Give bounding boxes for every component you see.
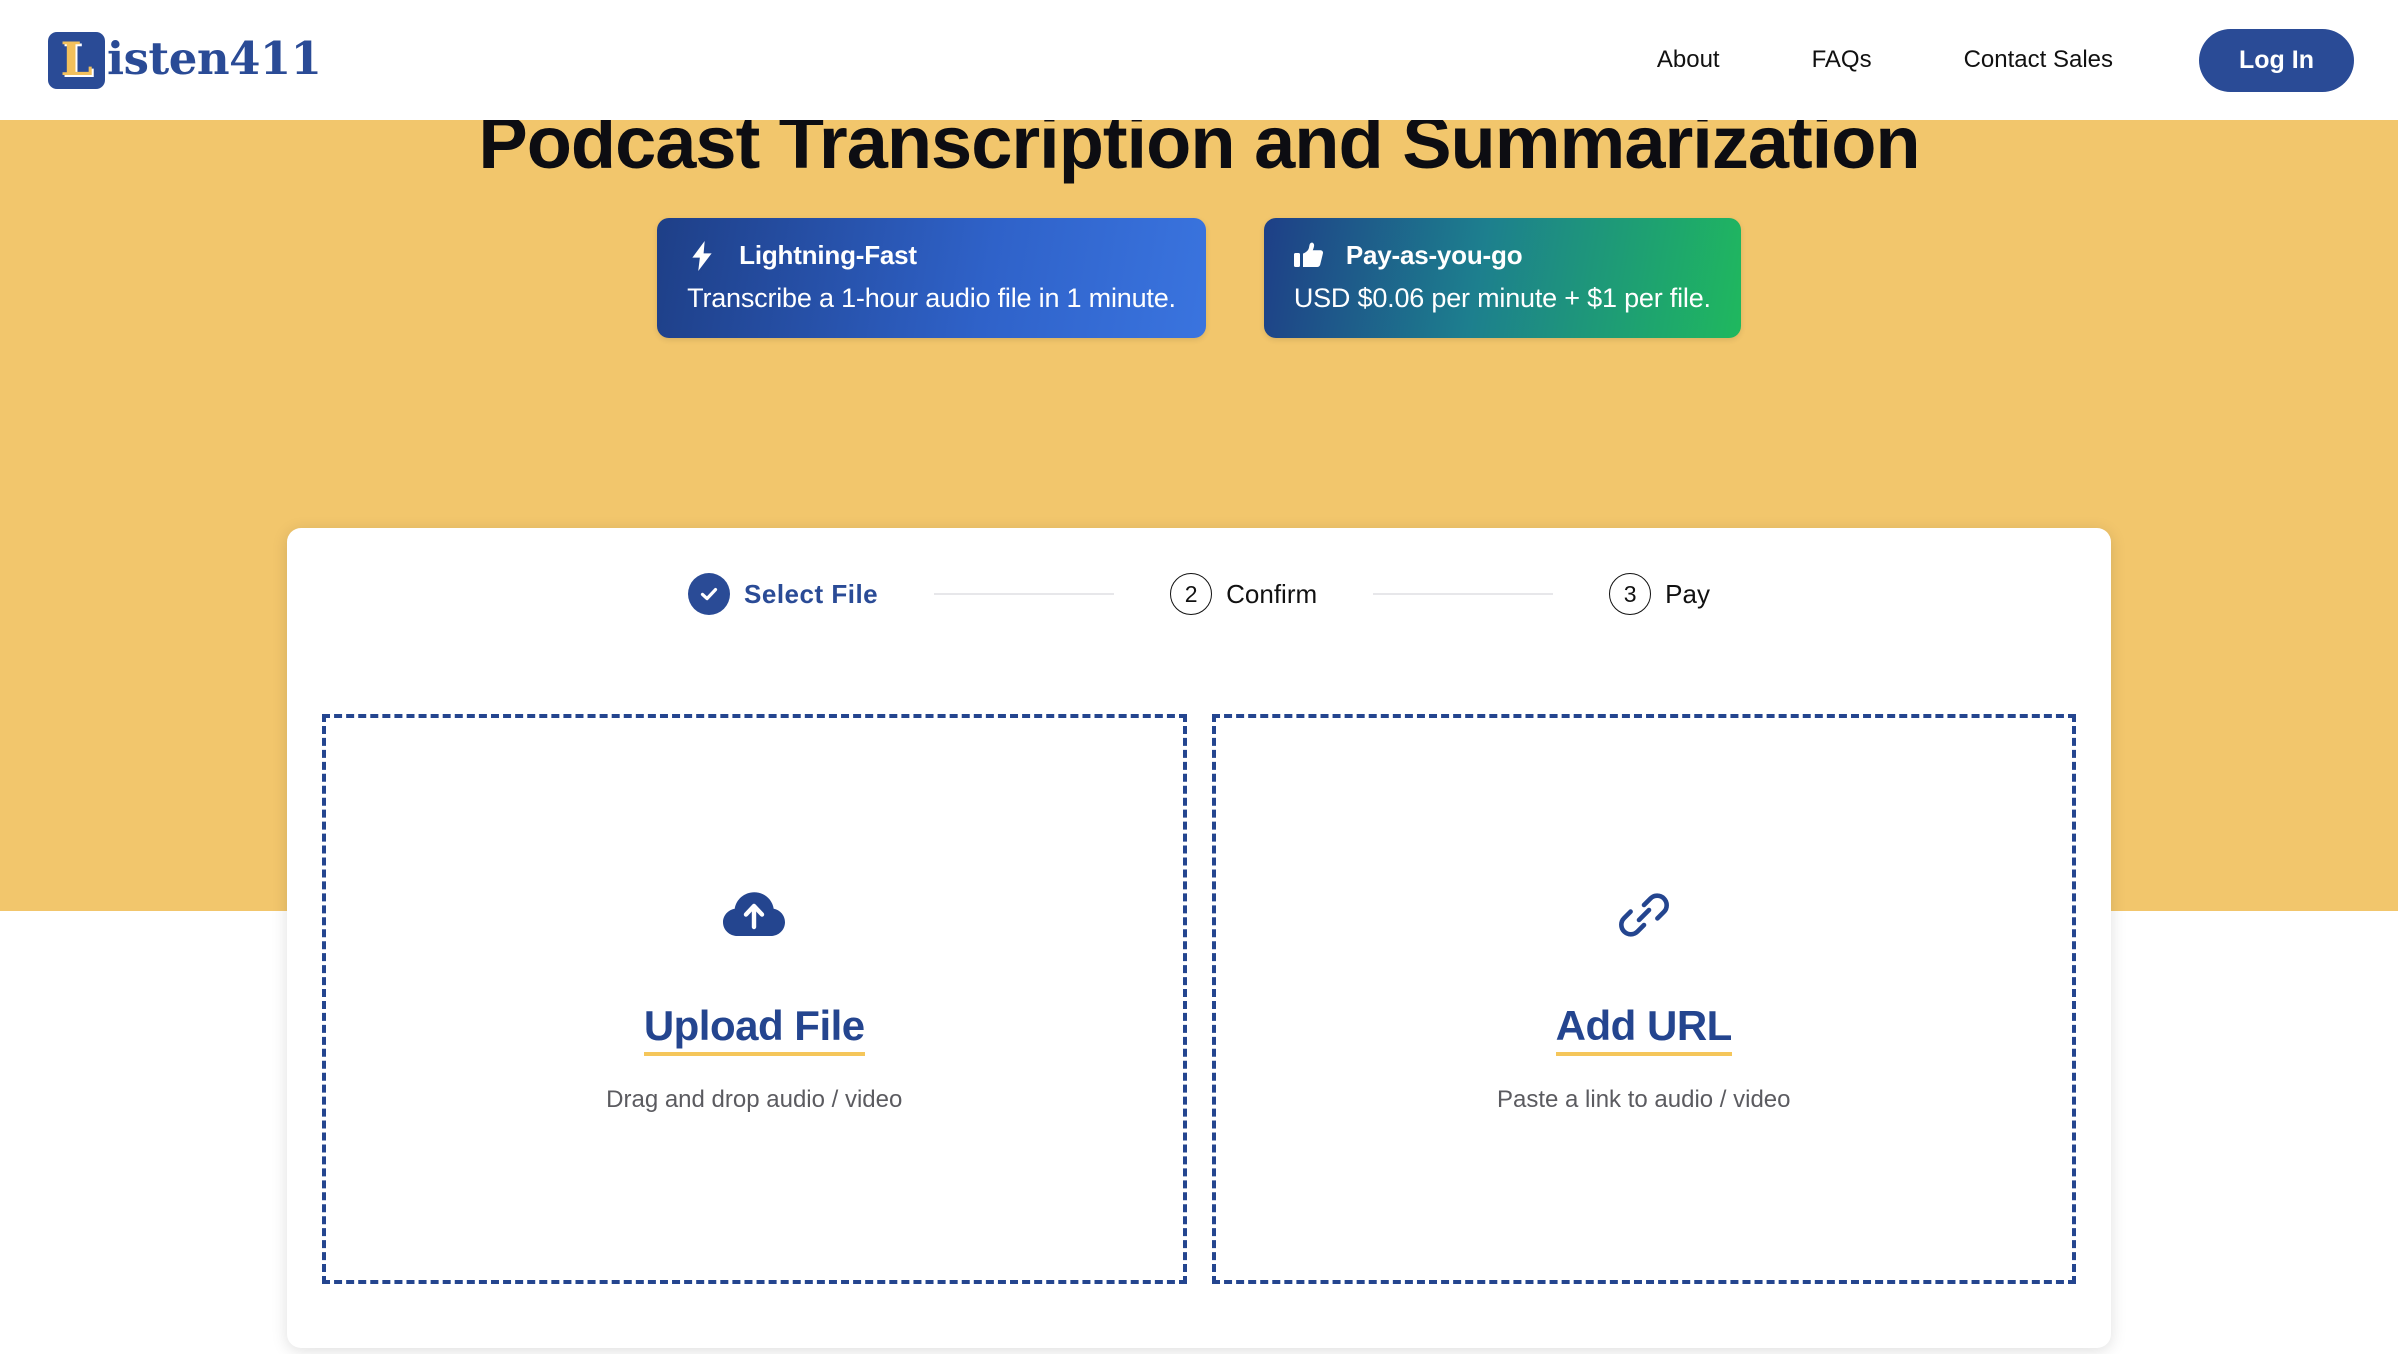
logo-badge-letter: L xyxy=(60,32,93,86)
nav-link-about[interactable]: About xyxy=(1611,46,1766,74)
badge-lightning-fast-subtitle: Transcribe a 1-hour audio file in 1 minu… xyxy=(687,283,1176,313)
step-connector-1 xyxy=(934,593,1115,595)
step-pay[interactable]: 3 Pay xyxy=(1609,573,1710,615)
upload-file-hint: Drag and drop audio / video xyxy=(606,1085,903,1113)
badge-pay-as-you-go-title: Pay-as-you-go xyxy=(1345,240,1523,270)
step-3-number: 3 xyxy=(1609,573,1652,615)
logo-wordmark: isten411 xyxy=(107,31,322,85)
step-confirm[interactable]: 2 Confirm xyxy=(1170,573,1317,615)
cloud-upload-icon xyxy=(723,884,786,946)
badge-lightning-fast-title: Lightning-Fast xyxy=(739,240,917,270)
add-url-dropzone[interactable]: Add URL Paste a link to audio / video xyxy=(1211,714,2076,1284)
step-1-check-icon xyxy=(688,573,731,615)
step-1-label: Select File xyxy=(744,578,879,609)
login-button[interactable]: Log In xyxy=(2199,28,2354,92)
upload-file-label: Upload File xyxy=(643,1004,865,1056)
logo-badge-icon: L xyxy=(48,31,105,89)
add-url-hint: Paste a link to audio / video xyxy=(1496,1085,1791,1113)
step-select-file[interactable]: Select File xyxy=(688,573,878,615)
hero-badges: Lightning-Fast Transcribe a 1-hour audio… xyxy=(0,218,2398,338)
step-2-number: 2 xyxy=(1170,573,1213,615)
add-url-label: Add URL xyxy=(1555,1004,1732,1056)
site-header: L isten411 About FAQs Contact Sales Log … xyxy=(0,0,2398,120)
main-navigation: About FAQs Contact Sales Log In xyxy=(1611,28,2354,92)
badge-pay-as-you-go-subtitle: USD $0.06 per minute + $1 per file. xyxy=(1293,283,1711,313)
link-icon xyxy=(1617,884,1671,946)
upload-file-dropzone[interactable]: Upload File Drag and drop audio / video xyxy=(322,714,1187,1284)
badge-lightning-fast: Lightning-Fast Transcribe a 1-hour audio… xyxy=(657,218,1206,338)
step-connector-2 xyxy=(1373,593,1554,595)
nav-link-contact-sales[interactable]: Contact Sales xyxy=(1918,46,2159,74)
logo[interactable]: L isten411 xyxy=(48,29,322,91)
input-method-options: Upload File Drag and drop audio / video … xyxy=(322,714,2076,1284)
thumbs-up-icon xyxy=(1293,241,1324,271)
badge-pay-as-you-go: Pay-as-you-go USD $0.06 per minute + $1 … xyxy=(1263,218,1741,338)
lightning-bolt-icon xyxy=(687,240,717,271)
nav-link-faqs[interactable]: FAQs xyxy=(1766,46,1918,74)
progress-stepper: Select File 2 Confirm 3 Pay xyxy=(287,573,2111,615)
step-3-label: Pay xyxy=(1665,578,1710,609)
step-2-label: Confirm xyxy=(1226,578,1318,609)
upload-card: Select File 2 Confirm 3 Pay Upload File … xyxy=(287,528,2111,1348)
